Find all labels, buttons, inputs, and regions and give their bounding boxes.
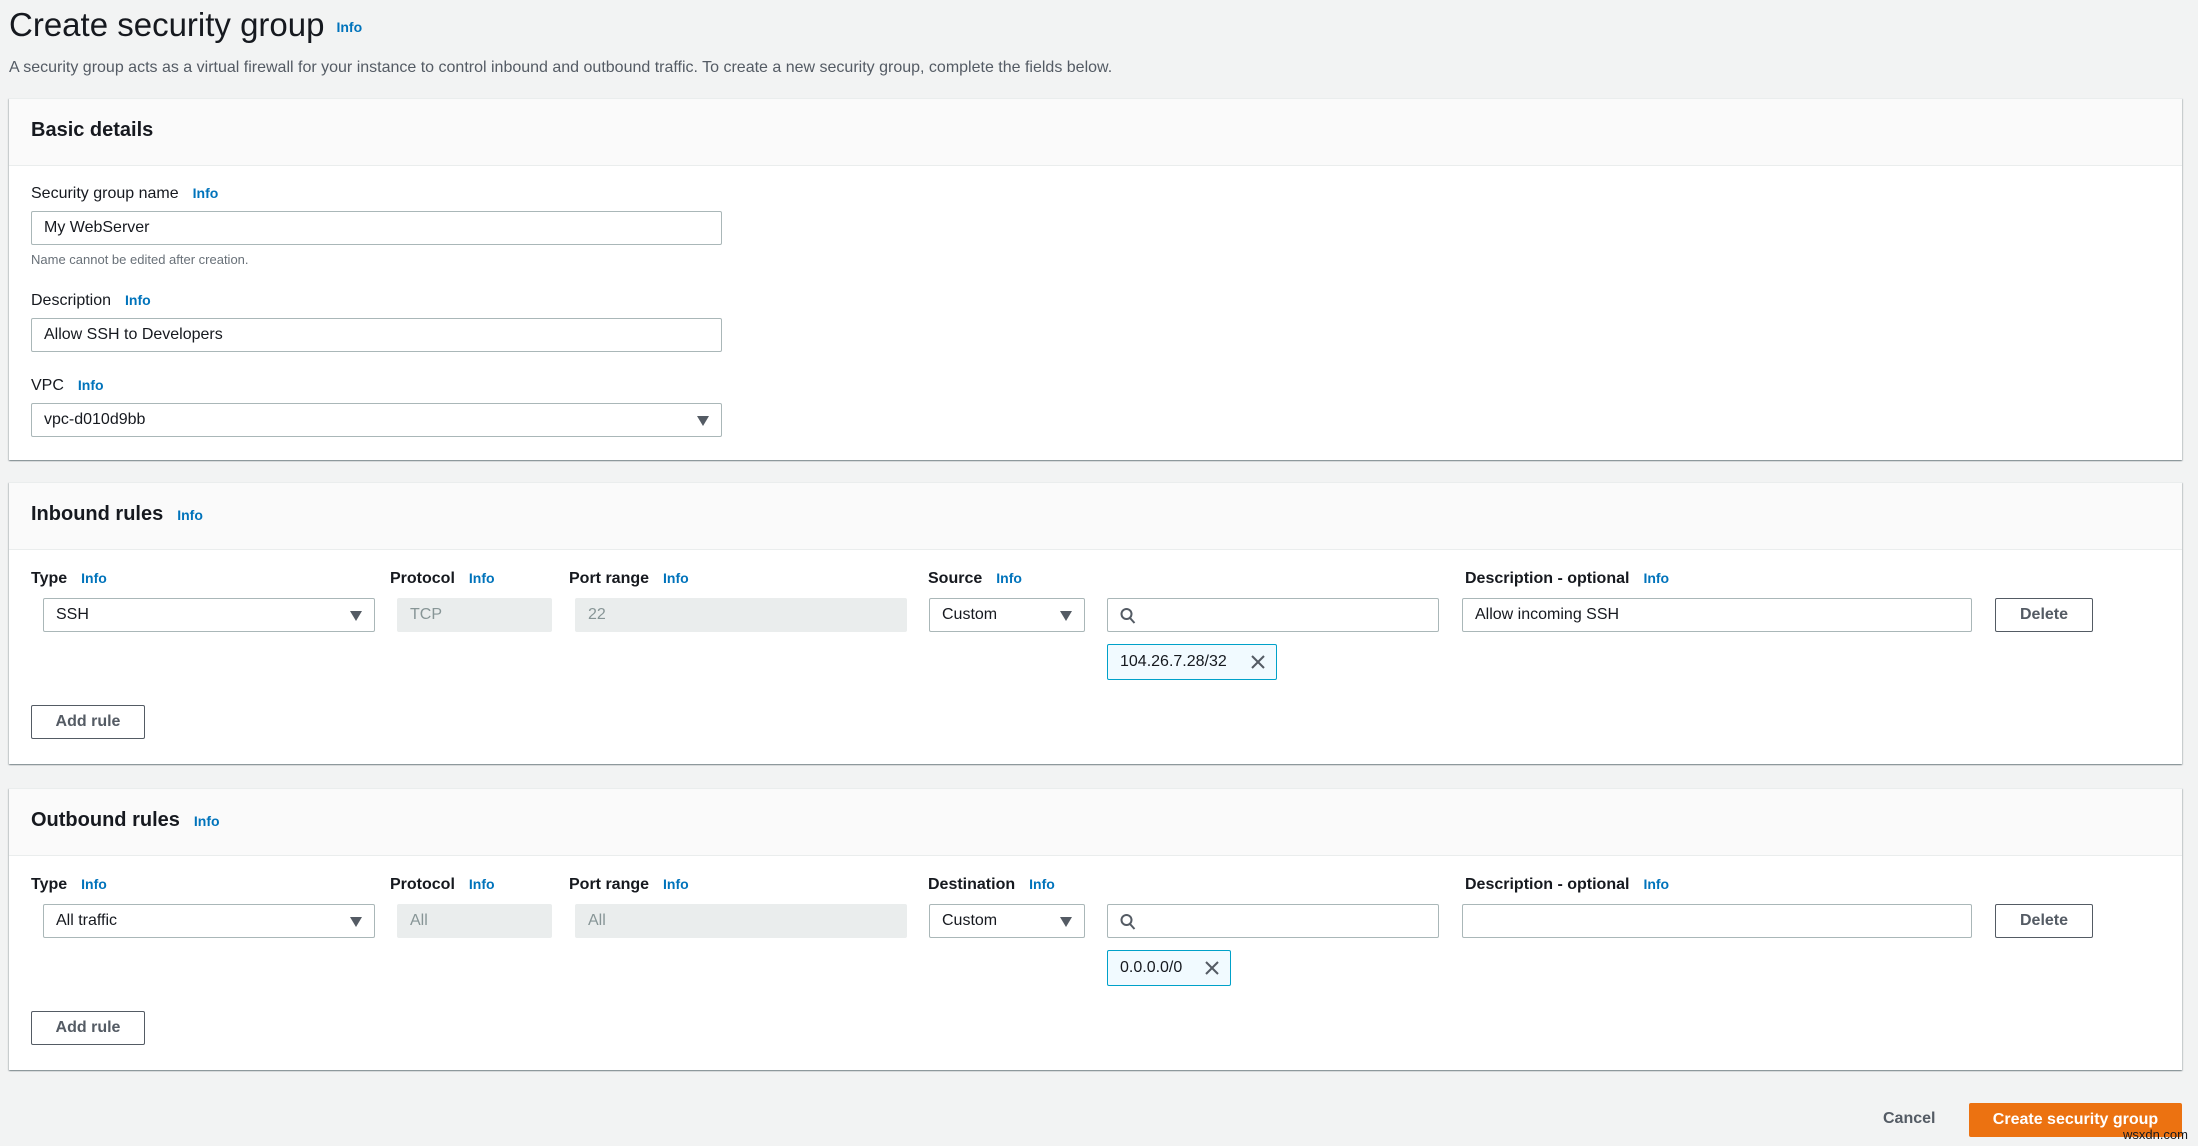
outbound-cidr-search-input[interactable] (1107, 904, 1439, 938)
inbound-protocol-label-text: Protocol (390, 570, 455, 587)
outbound-delete-rule-button[interactable]: Delete (1995, 904, 2093, 938)
outbound-add-rule-button[interactable]: Add rule (31, 1011, 145, 1045)
outbound-type-info-link[interactable]: Info (81, 876, 107, 892)
inbound-source-value: Custom (942, 606, 998, 623)
page-title-text: Create security group (9, 6, 325, 43)
security-group-name-info-link[interactable]: Info (193, 185, 219, 201)
page-title-info-link[interactable]: Info (336, 19, 362, 35)
inbound-source-info-link[interactable]: Info (996, 570, 1022, 586)
outbound-port-range-field: All (575, 904, 907, 938)
vpc-label: VPC Info (31, 377, 104, 395)
outbound-description-label: Description - optional Info (1465, 876, 1669, 894)
outbound-type-value: All traffic (56, 912, 118, 929)
outbound-protocol-info-link[interactable]: Info (469, 876, 495, 892)
outbound-description-input[interactable] (1462, 904, 1972, 938)
inbound-cidr-search-input[interactable] (1107, 598, 1439, 632)
inbound-add-rule-button[interactable]: Add rule (31, 705, 145, 739)
inbound-description-input[interactable]: Allow incoming SSH (1462, 598, 1972, 632)
outbound-destination-select[interactable]: Custom (929, 904, 1085, 938)
outbound-port-range-label-text: Port range (569, 876, 650, 893)
page-title: Create security group Info (9, 6, 362, 44)
page-description: A security group acts as a virtual firew… (9, 59, 1113, 76)
inbound-source-label-text: Source (928, 570, 983, 587)
inbound-protocol-info-link[interactable]: Info (469, 570, 495, 586)
outbound-cidr-token: 0.0.0.0/0 (1107, 950, 1231, 986)
outbound-destination-label-text: Destination (928, 876, 1016, 893)
inbound-protocol-field: TCP (397, 598, 552, 632)
inbound-type-value: SSH (56, 606, 89, 623)
outbound-destination-value: Custom (942, 912, 998, 929)
inbound-port-range-label: Port range Info (569, 570, 689, 588)
basic-details-header: Basic details (9, 99, 2182, 166)
caret-down-icon (350, 917, 362, 927)
inbound-rules-heading-text: Inbound rules (31, 503, 164, 525)
inbound-port-range-info-link[interactable]: Info (663, 570, 689, 586)
outbound-type-label: Type Info (31, 876, 107, 894)
inbound-port-range-field: 22 (575, 598, 907, 632)
inbound-rules-heading: Inbound rules Info (31, 503, 203, 526)
watermark: wsxdn.com (2122, 1127, 2188, 1142)
vpc-select-value: vpc-d010d9bb (44, 411, 146, 428)
outbound-port-range-info-link[interactable]: Info (663, 876, 689, 892)
outbound-type-select[interactable]: All traffic (43, 904, 375, 938)
caret-down-icon (697, 416, 709, 426)
close-icon[interactable] (1250, 654, 1266, 670)
inbound-rules-header: Inbound rules Info (9, 483, 2182, 550)
outbound-protocol-label-text: Protocol (390, 876, 455, 893)
inbound-type-select[interactable]: SSH (43, 598, 375, 632)
inbound-cidr-token-label: 104.26.7.28/32 (1120, 653, 1227, 670)
outbound-rules-heading: Outbound rules Info (31, 809, 220, 832)
outbound-description-info-link[interactable]: Info (1643, 876, 1669, 892)
outbound-type-label-text: Type (31, 876, 68, 893)
inbound-delete-rule-button[interactable]: Delete (1995, 598, 2093, 632)
vpc-label-text: VPC (31, 377, 64, 394)
outbound-description-label-text: Description - optional (1465, 876, 1630, 893)
outbound-rules-heading-text: Outbound rules (31, 809, 180, 831)
cancel-button[interactable]: Cancel (1883, 1110, 1935, 1128)
outbound-rules-header: Outbound rules Info (9, 789, 2182, 856)
vpc-select[interactable]: vpc-d010d9bb (31, 403, 722, 437)
description-info-link[interactable]: Info (125, 292, 151, 308)
outbound-rules-panel: Outbound rules Info Type Info Protocol Info… (9, 788, 2182, 1070)
inbound-rules-info-link[interactable]: Info (177, 507, 203, 523)
inbound-type-label-text: Type (31, 570, 68, 587)
search-icon (1120, 914, 1136, 930)
inbound-type-info-link[interactable]: Info (81, 570, 107, 586)
outbound-rules-info-link[interactable]: Info (194, 813, 220, 829)
outbound-protocol-label: Protocol Info (390, 876, 495, 894)
inbound-rules-panel: Inbound rules Info Type Info Protocol Info … (9, 482, 2182, 764)
inbound-description-info-link[interactable]: Info (1643, 570, 1669, 586)
outbound-destination-info-link[interactable]: Info (1029, 876, 1055, 892)
caret-down-icon (1060, 917, 1072, 927)
outbound-port-range-label: Port range Info (569, 876, 689, 894)
caret-down-icon (350, 611, 362, 621)
close-icon[interactable] (1204, 960, 1220, 976)
security-group-name-label-text: Security group name (31, 185, 179, 202)
outbound-protocol-field: All (397, 904, 552, 938)
inbound-cidr-token: 104.26.7.28/32 (1107, 644, 1277, 680)
inbound-description-label: Description - optional Info (1465, 570, 1669, 588)
search-icon (1120, 608, 1136, 624)
inbound-protocol-label: Protocol Info (390, 570, 495, 588)
vpc-info-link[interactable]: Info (78, 377, 104, 393)
security-group-name-label: Security group name Info (31, 185, 218, 203)
caret-down-icon (1060, 611, 1072, 621)
inbound-port-range-label-text: Port range (569, 570, 650, 587)
basic-details-panel: Basic details Security group name Info My… (9, 98, 2182, 460)
outbound-cidr-token-label: 0.0.0.0/0 (1120, 959, 1183, 976)
inbound-source-select[interactable]: Custom (929, 598, 1085, 632)
inbound-source-label: Source Info (928, 570, 1022, 588)
basic-details-heading: Basic details (31, 119, 154, 141)
security-group-name-input[interactable]: My WebServer (31, 211, 722, 245)
inbound-type-label: Type Info (31, 570, 107, 588)
description-label: Description Info (31, 292, 151, 310)
security-group-name-hint: Name cannot be edited after creation. (31, 252, 249, 267)
outbound-destination-label: Destination Info (928, 876, 1055, 894)
description-label-text: Description (31, 292, 112, 309)
inbound-description-label-text: Description - optional (1465, 570, 1630, 587)
description-input[interactable]: Allow SSH to Developers (31, 318, 722, 352)
